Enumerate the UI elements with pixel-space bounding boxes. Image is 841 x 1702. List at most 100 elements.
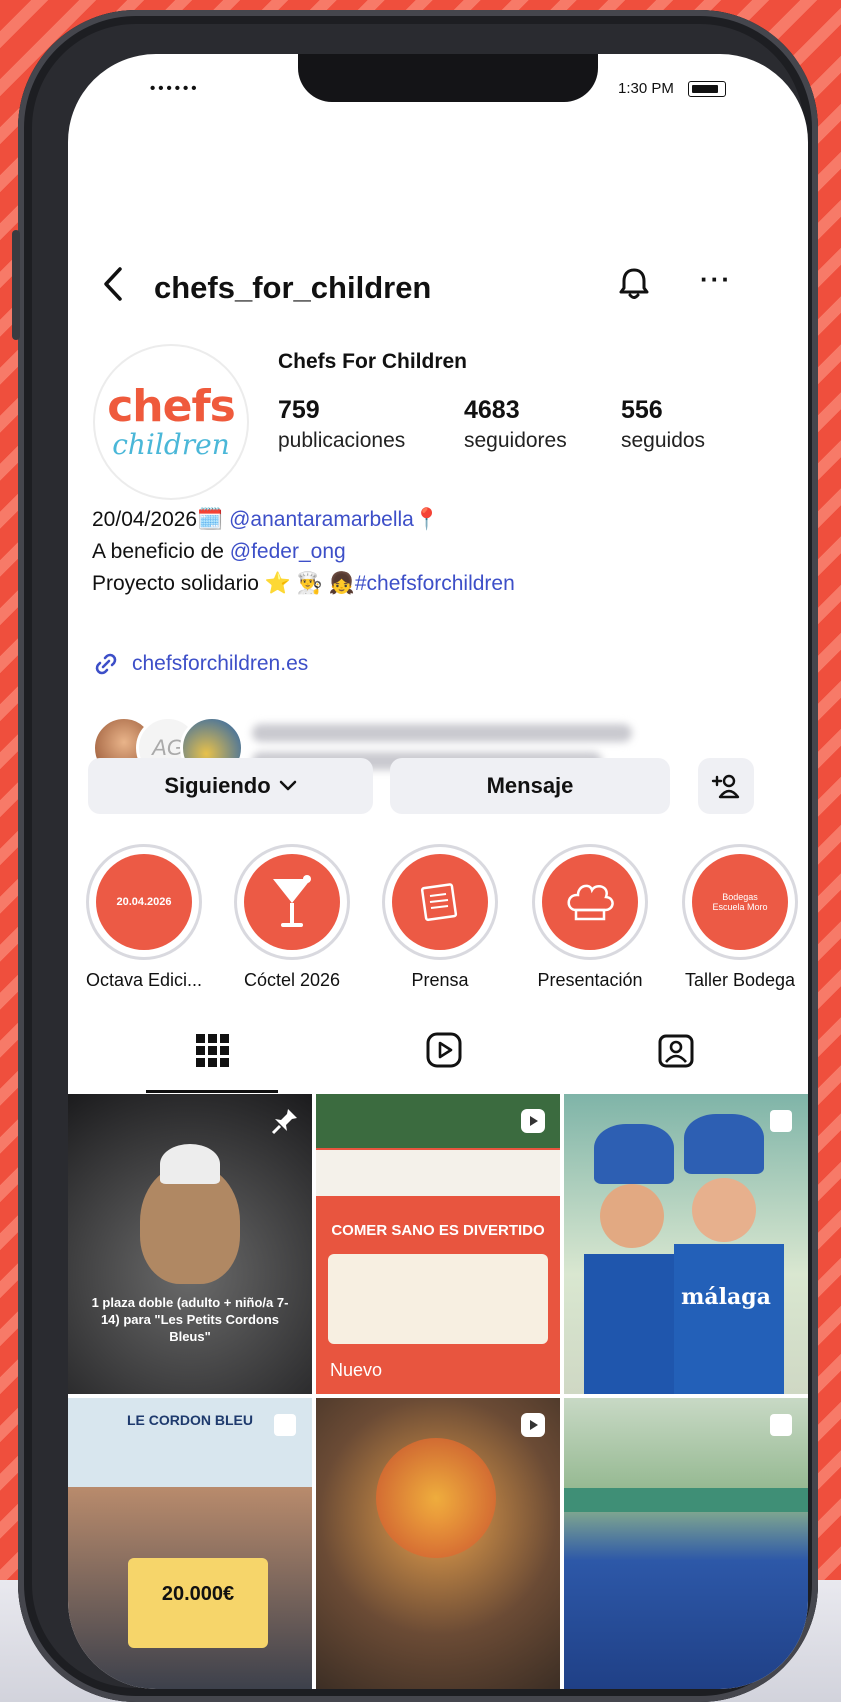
- highlight-label: Presentación: [537, 970, 643, 990]
- event-banner: [564, 1488, 808, 1512]
- post-caption: málaga: [681, 1284, 771, 1310]
- pin-icon: [271, 1109, 297, 1135]
- bio-link[interactable]: chefsforchildren.es: [92, 650, 308, 678]
- stat-followers-value: 4683: [464, 396, 520, 424]
- tagged-icon[interactable]: [656, 1030, 696, 1070]
- mention-anantaramarbella[interactable]: @anantaramarbella: [229, 508, 414, 531]
- link-icon: [95, 653, 117, 675]
- display-name: Chefs For Children: [278, 350, 468, 373]
- post-caption: COMER SANO ES DIVERTIDO: [331, 1222, 545, 1239]
- highlight-cover: [244, 854, 340, 950]
- chevron-down-icon: [279, 780, 296, 791]
- message-button[interactable]: Mensaje: [390, 758, 670, 814]
- carousel-icon: [274, 1414, 296, 1436]
- post-caption: 1 plaza doble (adulto + niño/a 7-14) par…: [91, 1295, 289, 1344]
- highlight-coctel-2026[interactable]: Cóctel 2026: [232, 844, 352, 991]
- post-tile[interactable]: 1 plaza doble (adulto + niño/a 7-14) par…: [68, 1094, 312, 1394]
- check-amount: 20.000€: [161, 1583, 235, 1605]
- post-tile[interactable]: [316, 1398, 560, 1689]
- chef-hat-icon: [567, 884, 614, 921]
- bio-line-2: A beneficio de @feder_ong: [92, 536, 515, 568]
- back-icon[interactable]: [102, 266, 124, 308]
- reel-icon: [521, 1413, 545, 1437]
- stat-followers-label: seguidores: [464, 429, 567, 452]
- active-tab-indicator: [146, 1090, 278, 1093]
- message-label: Mensaje: [486, 773, 574, 798]
- phone-frame: •••••• 1:30 PM chefs_for_children ··· ch…: [12, 10, 818, 1702]
- post-tile[interactable]: LE CORDON BLEU 20.000€: [68, 1398, 312, 1689]
- highlight-taller-bodega[interactable]: Bodegas Escuela Moro Taller Bodega: [680, 844, 800, 991]
- pin-emoji: 📍: [413, 508, 441, 531]
- newspaper-icon: [420, 883, 458, 922]
- kid-face: [692, 1178, 756, 1242]
- status-right: 1:30 PM: [618, 80, 726, 97]
- mention-feder-ong[interactable]: @feder_ong: [230, 540, 346, 563]
- highlight-octava-edicion[interactable]: 20.04.2026 Octava Edici...: [84, 844, 204, 991]
- post-tile[interactable]: COMER SANO ES DIVERTIDO Nuevo: [316, 1094, 560, 1394]
- stat-posts[interactable]: 759 publicaciones: [278, 396, 405, 453]
- page-title: chefs_for_children: [154, 270, 432, 305]
- bio-beneficio-text: A beneficio de: [92, 540, 230, 563]
- highlight-cover: [392, 854, 488, 950]
- battery-icon: [687, 80, 726, 97]
- hashtag-chefsforchildren[interactable]: #chefsforchildren: [355, 572, 515, 595]
- highlight-label: Prensa: [411, 970, 469, 990]
- stat-following-value: 556: [621, 396, 663, 424]
- bio: 20/04/2026🗓️ @anantaramarbella📍 A benefi…: [92, 504, 515, 600]
- stat-followers[interactable]: 4683 seguidores: [464, 396, 567, 453]
- post-tile[interactable]: [564, 1398, 808, 1689]
- highlight-label: Cóctel 2026: [243, 970, 341, 990]
- bell-icon[interactable]: [614, 264, 654, 304]
- carousel-icon: [770, 1414, 792, 1436]
- add-person-icon: [711, 774, 740, 799]
- avatar[interactable]: chefs children: [93, 344, 249, 500]
- carrier-signal: ••••••: [150, 80, 200, 97]
- following-label: Siguiendo: [164, 773, 271, 798]
- clock: 1:30 PM: [618, 80, 674, 97]
- highlight-cover: Bodegas Escuela Moro: [692, 854, 788, 950]
- profile-tabs: [68, 1014, 808, 1094]
- banner-illustration: [328, 1254, 548, 1344]
- cocktail-glass-icon: [273, 875, 311, 927]
- post-tile[interactable]: málaga: [564, 1094, 808, 1394]
- notch: [298, 54, 598, 102]
- highlight-cover: [542, 854, 638, 950]
- new-tag: Nuevo: [330, 1360, 383, 1380]
- kid-face: [600, 1184, 664, 1248]
- kid-chef-hat: [594, 1124, 674, 1184]
- carousel-icon: [770, 1110, 792, 1132]
- kid-apron: [584, 1254, 674, 1394]
- stat-following-label: seguidos: [621, 429, 706, 452]
- reel-icon: [521, 1109, 545, 1133]
- logo-text-top: chefs: [107, 381, 236, 432]
- grid-icon[interactable]: [192, 1030, 232, 1070]
- app-screen: •••••• 1:30 PM chefs_for_children ··· ch…: [68, 54, 808, 1689]
- sponsor-strip: [316, 1150, 560, 1196]
- volume-button: [12, 230, 20, 340]
- kid-chef-hat: [684, 1114, 764, 1174]
- post-caption: LE CORDON BLEU: [127, 1412, 253, 1428]
- logo-text-bottom: children: [112, 428, 230, 461]
- following-button[interactable]: Siguiendo: [88, 758, 373, 814]
- highlight-presentacion[interactable]: Presentación: [530, 844, 650, 991]
- kid-apron: [674, 1244, 784, 1394]
- bio-line-1: 20/04/2026🗓️ @anantaramarbella📍: [92, 504, 515, 536]
- stat-posts-label: publicaciones: [278, 429, 406, 452]
- calendar-emoji: 🗓️: [197, 508, 224, 531]
- bio-url-text: chefsforchildren.es: [132, 652, 309, 675]
- highlight-label: Taller Bodega: [684, 970, 796, 990]
- reels-icon[interactable]: [424, 1030, 464, 1070]
- bio-date: 20/04/2026: [92, 508, 198, 531]
- chef-hat-shape: [160, 1144, 220, 1184]
- profile-header: chefs_for_children ···: [68, 254, 808, 314]
- more-options-icon[interactable]: ···: [700, 264, 732, 295]
- stat-posts-value: 759: [278, 396, 320, 424]
- bio-proyecto-text: Proyecto solidario ⭐ 👨‍🍳 👧: [92, 572, 355, 595]
- add-person-button[interactable]: [698, 758, 754, 814]
- flower-centerpiece: [376, 1438, 496, 1558]
- highlight-prensa[interactable]: Prensa: [380, 844, 500, 991]
- highlight-cover: 20.04.2026: [96, 854, 192, 950]
- post-grid: 1 plaza doble (adulto + niño/a 7-14) par…: [68, 1094, 808, 1689]
- highlight-label: Octava Edici...: [85, 970, 203, 990]
- stat-following[interactable]: 556 seguidos: [621, 396, 705, 453]
